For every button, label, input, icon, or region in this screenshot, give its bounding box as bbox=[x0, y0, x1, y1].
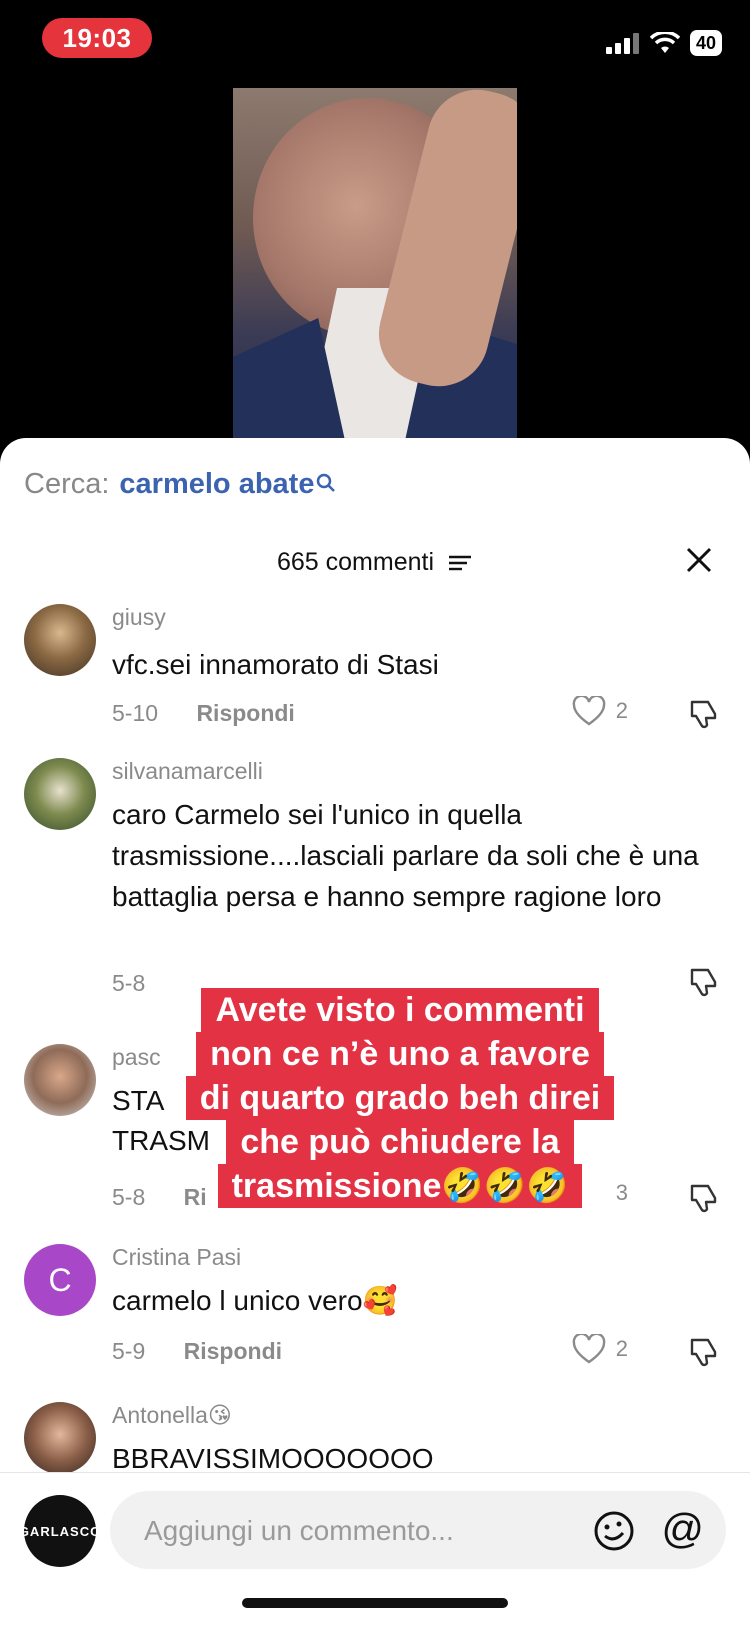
comment-meta: 5-8 bbox=[112, 970, 145, 997]
comment-username[interactable]: Cristina Pasi bbox=[112, 1244, 241, 1271]
search-icon bbox=[317, 473, 336, 492]
status-bar: 19:03 40 bbox=[0, 0, 750, 88]
reply-button[interactable]: Rispondi bbox=[184, 1338, 282, 1364]
search-label: Cerca: bbox=[24, 468, 110, 500]
my-avatar[interactable]: GARLASCO bbox=[19, 1495, 100, 1567]
like-count: 2 bbox=[615, 698, 628, 723]
comment-text: carmelo l unico vero🥰 bbox=[112, 1285, 398, 1316]
comment-input-wrapper[interactable]: @ bbox=[110, 1491, 726, 1571]
comment-username[interactable]: Antonella😘 bbox=[112, 1402, 232, 1429]
video-preview[interactable] bbox=[233, 88, 517, 440]
heart-icon bbox=[572, 1334, 606, 1364]
search-suggestion[interactable]: Cerca: carmelo abate bbox=[24, 468, 336, 501]
comment-username[interactable]: pasc bbox=[112, 1044, 161, 1071]
comment-username[interactable]: giusy bbox=[112, 604, 166, 631]
comments-count: 665 commenti bbox=[277, 548, 435, 576]
comment-date: 5-8 bbox=[112, 1184, 146, 1210]
video-caption-overlay: Avete visto i commenti non ce n’è uno a … bbox=[165, 988, 635, 1208]
like-count: 2 bbox=[615, 1336, 628, 1361]
avatar[interactable] bbox=[24, 1044, 96, 1116]
comment-date: 5-10 bbox=[112, 700, 159, 726]
caption-line: che può chiudere la bbox=[226, 1120, 574, 1164]
comment-meta: 5-10 Rispondi bbox=[112, 700, 295, 727]
signal-icon bbox=[605, 33, 639, 54]
dislike-icon[interactable] bbox=[688, 966, 720, 998]
comment-text: BBRAVISSIMOOOOOOO bbox=[112, 1443, 434, 1472]
avatar[interactable] bbox=[24, 1402, 96, 1472]
caption-line: Avete visto i commenti bbox=[201, 988, 599, 1032]
dislike-icon[interactable] bbox=[688, 1336, 720, 1368]
dislike-icon[interactable] bbox=[688, 698, 720, 730]
like-button[interactable]: 2 bbox=[572, 696, 628, 726]
caption-line: di quarto grado beh direi bbox=[185, 1076, 615, 1120]
comment-username[interactable]: silvanamarcelli bbox=[112, 758, 263, 785]
avatar-initial: C bbox=[48, 1261, 72, 1298]
comments-header: 665 commenti bbox=[0, 548, 750, 577]
comment-date: 5-8 bbox=[112, 970, 146, 996]
avatar[interactable]: C bbox=[24, 1244, 96, 1316]
status-icons: 40 bbox=[605, 30, 722, 56]
home-indicator bbox=[242, 1598, 508, 1608]
dislike-icon[interactable] bbox=[688, 1182, 720, 1214]
caption-line: non ce n’è uno a favore bbox=[196, 1032, 604, 1076]
avatar[interactable] bbox=[24, 758, 96, 830]
comment-date: 5-9 bbox=[112, 1338, 146, 1364]
reply-button[interactable]: Rispondi bbox=[196, 700, 294, 726]
caption-line: trasmissione🤣🤣🤣 bbox=[217, 1164, 583, 1208]
close-icon[interactable] bbox=[682, 543, 716, 577]
avatar[interactable] bbox=[24, 604, 96, 676]
comment-input[interactable] bbox=[142, 1491, 566, 1571]
sort-icon[interactable] bbox=[447, 553, 473, 573]
comment-meta: 5-9 Rispondi bbox=[112, 1338, 282, 1365]
comment-composer: GARLASCO @ bbox=[0, 1472, 750, 1625]
wifi-icon bbox=[649, 32, 680, 53]
comment-item: Antonella😘 BBRAVISSIMOOOOOOO bbox=[0, 1402, 750, 1472]
like-button[interactable]: 2 bbox=[572, 1334, 628, 1364]
heart-icon bbox=[572, 696, 606, 726]
search-query[interactable]: carmelo abate bbox=[119, 468, 314, 501]
emoji-icon[interactable] bbox=[592, 1509, 636, 1553]
comment-text: caro Carmelo sei l'unico in quella trasm… bbox=[112, 799, 699, 912]
my-avatar-text: GARLASCO bbox=[18, 1523, 102, 1539]
comment-text: vfc.sei innamorato di Stasi bbox=[112, 649, 439, 680]
status-time[interactable]: 19:03 bbox=[42, 18, 152, 58]
mention-button[interactable]: @ bbox=[661, 1505, 704, 1553]
battery-indicator: 40 bbox=[689, 30, 722, 56]
